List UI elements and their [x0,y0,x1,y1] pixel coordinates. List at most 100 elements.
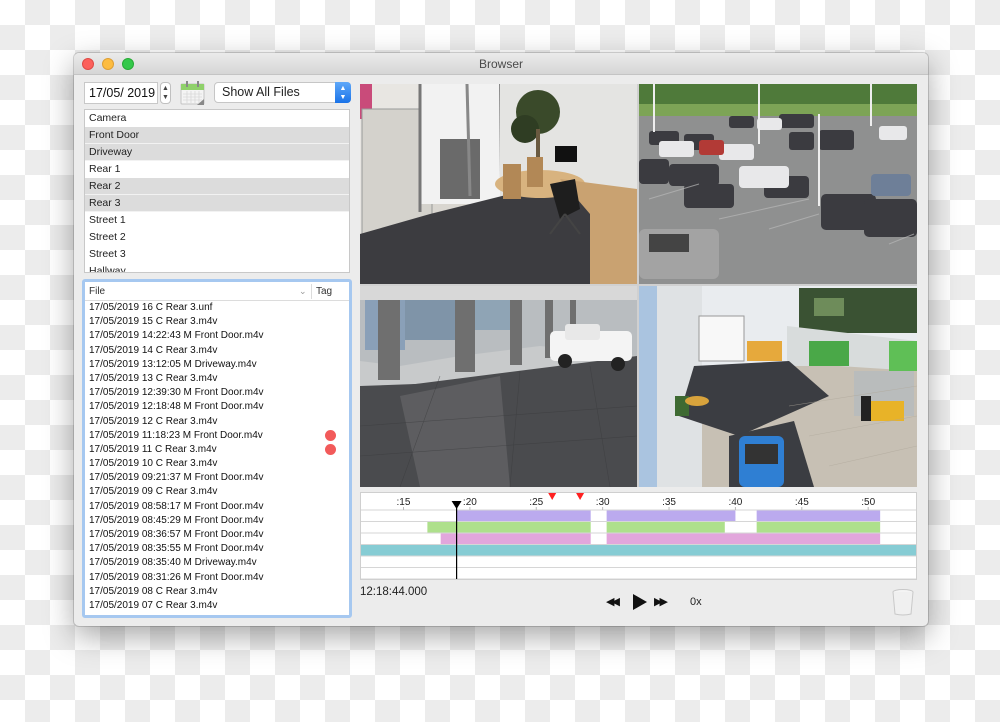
file-name: 17/05/2019 08:58:17 M Front Door.m4v [89,500,264,512]
camera-list-item[interactable]: Rear 1 [85,161,349,178]
maximize-button[interactable] [122,58,134,70]
camera-list-item[interactable]: Front Door [85,127,349,144]
select-arrows-icon[interactable]: ▲ ▼ [335,82,351,103]
rewind-button[interactable]: ◀◀ [606,593,624,611]
camera-list-header: Camera [89,112,127,124]
file-list-row[interactable]: 17/05/2019 16 C Rear 3.unf [85,301,349,315]
column-header-file[interactable]: File [89,282,105,301]
timeline-tick-label: :35 [662,497,676,508]
track-segment [456,510,591,521]
timeline-tick-label: :20 [463,497,477,508]
file-list-row[interactable]: 17/05/2019 13 C Rear 3.m4v [85,372,349,386]
close-button[interactable] [82,58,94,70]
video-grid [360,84,917,487]
file-list-row[interactable]: 17/05/2019 08 C Rear 3.m4v [85,585,349,599]
file-name: 17/05/2019 12:18:48 M Front Door.m4v [89,401,264,413]
file-list-row[interactable]: 17/05/2019 10 C Rear 3.m4v [85,457,349,471]
camera-feed-lobby[interactable] [639,286,917,487]
browser-window: Browser 17/05/ 2019 ▲ ▼ Show All Files ▲… [74,53,928,626]
file-name: 17/05/2019 14 C Rear 3.m4v [89,344,218,356]
title-bar[interactable]: Browser [74,53,928,75]
camera-feed-garage-showroom[interactable] [360,286,637,487]
file-name: 17/05/2019 13:12:05 M Driveway.m4v [89,358,257,370]
file-list-row[interactable]: 17/05/2019 08:36:57 M Front Door.m4v [85,528,349,542]
camera-list-item[interactable]: Rear 3 [85,195,349,212]
file-name: 17/05/2019 12:39:30 M Front Door.m4v [89,387,264,399]
track-segment [606,533,881,544]
file-list-row[interactable]: 17/05/2019 09:21:37 M Front Door.m4v [85,471,349,485]
file-list-row[interactable]: 17/05/2019 12:39:30 M Front Door.m4v [85,386,349,400]
track-segment [756,522,881,533]
timeline-tick-label: :50 [861,497,875,508]
file-list[interactable]: File ⌄ Tag 17/05/2019 16 C Rear 3.unf 17/… [82,279,352,618]
camera-list-item[interactable]: Rear 2 [85,178,349,195]
date-stepper[interactable]: ▲ ▼ [160,82,171,104]
file-name: 17/05/2019 11:18:23 M Front Door.m4v [89,429,263,441]
timeline-tick-label: :25 [529,497,543,508]
file-name: 17/05/2019 08:31:26 M Front Door.m4v [89,571,264,583]
play-button[interactable] [630,593,648,611]
file-list-header: File ⌄ Tag [85,282,349,301]
playback-speed-label: 0x [690,596,702,608]
camera-list-item[interactable]: Street 1 [85,212,349,229]
calendar-icon[interactable] [180,80,205,106]
file-list-row[interactable]: 17/05/2019 14 C Rear 3.m4v [85,344,349,358]
timeline-tick-label: :45 [795,497,809,508]
file-list-row[interactable]: 17/05/2019 15 C Rear 3.m4v [85,315,349,329]
track-segment [361,545,916,556]
stepper-down-icon[interactable]: ▼ [161,93,170,102]
camera-feed-office[interactable] [360,84,637,284]
track-segment [756,510,881,521]
camera-list-item[interactable]: Hallway [85,263,349,272]
track-segment [427,522,591,533]
file-list-row[interactable]: 17/05/2019 13:12:05 M Driveway.m4v [85,358,349,372]
file-list-row[interactable]: 17/05/2019 08:35:55 M Front Door.m4v [85,542,349,556]
file-list-row[interactable]: 17/05/2019 09 C Rear 3.m4v [85,485,349,499]
timeline-tick-label: :40 [728,497,742,508]
track-segment [440,533,591,544]
file-filter-select[interactable]: Show All Files ▲ ▼ [214,82,351,103]
file-name: 17/05/2019 15 C Rear 3.m4v [89,316,218,328]
file-name: 17/05/2019 16 C Rear 3.unf [89,302,213,313]
playhead-handle[interactable] [451,501,462,509]
camera-list-item[interactable]: Street 3 [85,246,349,263]
track-segment [606,510,736,521]
file-list-row[interactable]: 17/05/2019 08:45:29 M Front Door.m4v [85,514,349,528]
column-divider[interactable] [311,284,312,299]
stepper-up-icon[interactable]: ▲ [161,84,170,93]
play-icon [633,594,647,610]
file-name: 17/05/2019 12 C Rear 3.m4v [89,415,218,427]
file-name: 17/05/2019 08 C Rear 3.m4v [89,585,218,597]
fast-forward-button[interactable]: ▶▶ [654,593,672,611]
timeline[interactable]: :15:20:25:30:35:40:45:50 [360,492,917,580]
file-list-row[interactable]: 17/05/2019 08:35:40 M Driveway.m4v [85,556,349,570]
file-name: 17/05/2019 10 C Rear 3.m4v [89,458,218,470]
current-time-readout: 12:18:44.000 [360,586,428,598]
track-segment [606,522,725,533]
camera-list-item[interactable]: Street 2 [85,229,349,246]
filter-select-value: Show All Files [222,85,300,99]
file-list-row[interactable]: 17/05/2019 08:58:17 M Front Door.m4v [85,500,349,514]
minimize-button[interactable] [102,58,114,70]
file-name: 17/05/2019 11 C Rear 3.m4v [89,443,217,455]
file-list-row[interactable]: 17/05/2019 11:18:23 M Front Door.m4v [85,429,349,443]
file-list-row[interactable]: 17/05/2019 11 C Rear 3.m4v [85,443,349,457]
column-header-tag[interactable]: Tag [316,282,332,301]
camera-list[interactable]: Camera Front Door Driveway Rear 1 Rear 2 Rea… [84,109,350,273]
event-marker-icon [576,493,585,500]
file-list-row[interactable]: 17/05/2019 12 C Rear 3.m4v [85,415,349,429]
file-list-row[interactable]: 17/05/2019 12:18:48 M Front Door.m4v [85,400,349,414]
trash-icon[interactable] [892,588,914,616]
event-marker-icon [548,493,557,500]
file-name: 17/05/2019 08:35:40 M Driveway.m4v [89,557,257,569]
camera-feed-parking-lot[interactable] [639,84,917,284]
file-list-row[interactable]: 17/05/2019 07 C Rear 3.m4v [85,599,349,613]
date-field[interactable]: 17/05/ 2019 [84,82,158,104]
camera-list-item[interactable]: Driveway [85,144,349,161]
file-list-row[interactable]: 17/05/2019 08:31:26 M Front Door.m4v [85,571,349,585]
tag-dot-icon[interactable] [325,429,336,441]
tag-dot-icon[interactable] [325,443,336,455]
file-list-row[interactable]: 17/05/2019 14:22:43 M Front Door.m4v [85,329,349,343]
sort-chevron-icon[interactable]: ⌄ [299,282,307,301]
file-name: 17/05/2019 07 C Rear 3.m4v [89,599,218,611]
